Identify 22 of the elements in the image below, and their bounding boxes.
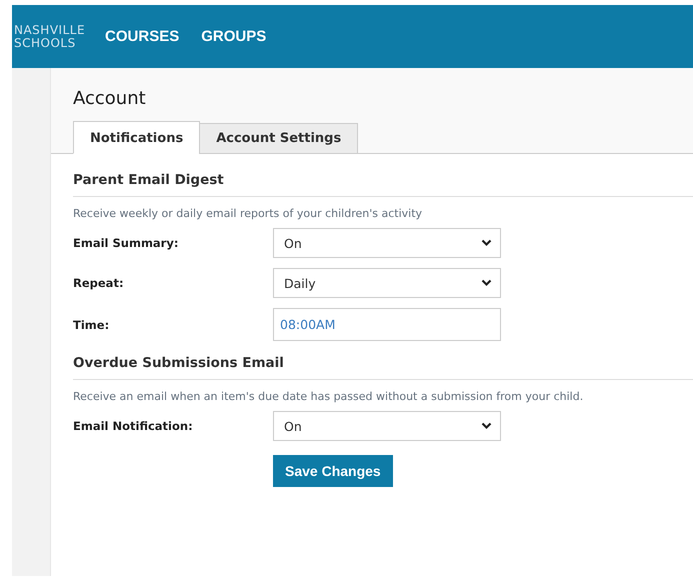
dropdown[interactable]: On — [273, 411, 501, 441]
school-logo[interactable]: NASHVILLE SCHOOLS — [14, 24, 86, 50]
chevron-icon — [481, 279, 492, 287]
save-button[interactable]: Save Changes — [273, 455, 393, 487]
chevron-icon — [481, 422, 492, 430]
tab[interactable]: Account Settings — [199, 123, 358, 154]
field-label: Repeat: — [73, 276, 125, 290]
field-label: Time: — [73, 318, 110, 332]
dropdown[interactable]: On — [273, 228, 501, 258]
section-heading: Overdue Submissions Email — [73, 355, 693, 380]
time-field[interactable]: 08:00AM — [273, 308, 501, 341]
nav-link[interactable]: GROUPS — [201, 28, 266, 45]
nav-link[interactable]: COURSES — [105, 28, 180, 45]
section-heading: Parent Email Digest — [73, 172, 693, 197]
field-label: Email Summary: — [73, 236, 180, 250]
dropdown[interactable]: Daily — [273, 268, 501, 298]
tab[interactable]: Notifications — [73, 121, 200, 154]
section-description: Receive an email when an item's due date has passed without a submission from your child. — [73, 390, 584, 403]
chevron-icon — [481, 239, 492, 247]
field-label: Email Notification: — [73, 419, 194, 433]
page-title: Account — [73, 88, 147, 109]
section-description: Receive weekly or daily email reports of your children's activity — [73, 207, 424, 220]
